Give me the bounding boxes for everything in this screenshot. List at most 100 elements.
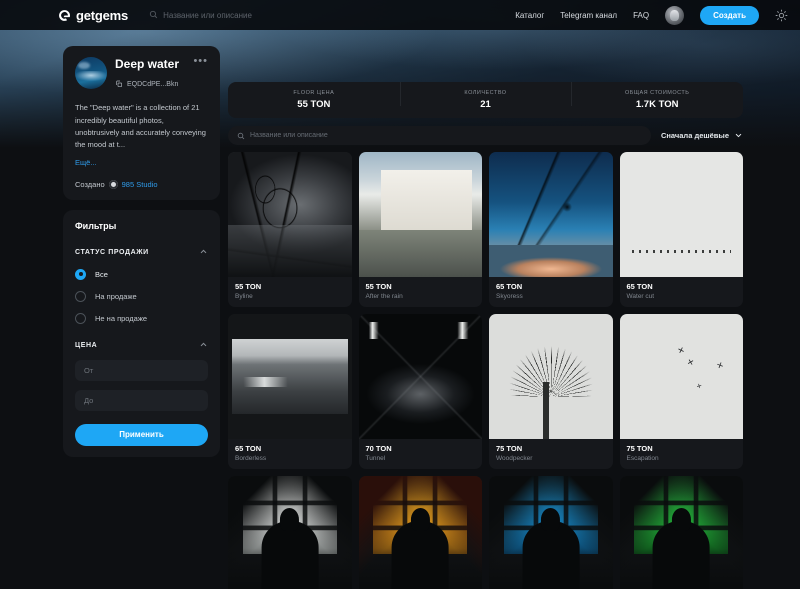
more-options-icon[interactable]: •••	[193, 56, 208, 67]
filter-section-price-title: ЦЕНА	[75, 341, 98, 349]
site-header: getgems Название или описание Каталог Te…	[0, 0, 800, 30]
nft-price: 55 TON	[365, 282, 392, 291]
nft-image	[358, 314, 482, 439]
main-nav: Каталог Telegram канал FAQ Создать	[515, 5, 788, 25]
chevron-up-icon	[199, 340, 208, 351]
nft-card[interactable]: 65 TON Skyoress	[489, 152, 613, 307]
create-button[interactable]: Создать	[700, 5, 759, 25]
logo-text: getgems	[76, 7, 129, 23]
chevron-down-icon	[734, 127, 743, 145]
filters-title: Фильтры	[75, 220, 117, 231]
bird-glyph: ✕	[715, 359, 726, 371]
nav-item-catalog[interactable]: Каталог	[515, 11, 544, 20]
stat-floor-price: FLOOR ЦЕНА 55 TON	[228, 90, 400, 110]
filter-section-status-title: СТАТУС ПРОДАЖИ	[75, 248, 149, 256]
content-toolbar: Название или описание Сначала дешёвые	[228, 126, 743, 145]
stat-label: ОБЩАЯ СТОИМОСТЬ	[624, 90, 690, 96]
price-to-input[interactable]	[75, 389, 208, 411]
radio-icon	[75, 312, 86, 324]
collection-avatar	[75, 57, 107, 89]
nft-card[interactable]: ✕ ✕ ✕ ✕ 75 TON Escapation	[619, 314, 743, 469]
collection-stats: FLOOR ЦЕНА 55 TON КОЛИЧЕСТВО 21 ОБЩАЯ СТ…	[228, 82, 743, 118]
nft-card[interactable]: 65 TON Borderless	[228, 314, 352, 469]
user-avatar[interactable]	[665, 5, 685, 25]
nft-image	[228, 152, 352, 277]
nft-image: ✕ ✕ ✕ ✕	[619, 314, 743, 439]
header-search[interactable]: Название или описание	[149, 6, 252, 24]
nft-card[interactable]	[619, 476, 743, 589]
collection-description: The "Deep water" is a collection of 21 i…	[75, 103, 206, 150]
nft-image	[358, 152, 482, 277]
nft-name: Skyoress	[496, 293, 523, 300]
nft-name: Escapation	[626, 455, 659, 462]
theme-toggle-sun-icon[interactable]	[775, 9, 788, 22]
nft-image	[619, 476, 743, 589]
collection-card: Deep water EQDCdPE...Bkn ••• The "Deep w…	[63, 46, 220, 200]
collection-title: Deep water	[115, 57, 180, 71]
logo[interactable]: getgems	[58, 8, 128, 23]
radio-status-on-sale[interactable]: На продаже	[75, 290, 208, 302]
radio-label: Не на продаже	[95, 313, 148, 323]
nft-card[interactable]	[489, 476, 613, 589]
search-icon	[237, 127, 245, 145]
radio-status-not-on-sale[interactable]: Не на продаже	[75, 312, 208, 324]
search-icon	[149, 6, 158, 24]
nft-card[interactable]: 65 TON Water cut	[619, 152, 743, 307]
nft-name: Tunnel	[365, 455, 386, 462]
radio-label: На продаже	[95, 291, 137, 301]
stat-count: КОЛИЧЕСТВО 21	[399, 82, 572, 110]
nft-card[interactable]: 75 TON Woodpecker	[489, 314, 613, 469]
nft-grid: 55 TON Byline 55 TON After the rain 65 T…	[228, 152, 743, 589]
nft-card[interactable]: 70 TON Tunnel	[358, 314, 482, 469]
description-more-link[interactable]: Ещё...	[75, 158, 97, 167]
nft-price: 75 TON	[496, 444, 523, 453]
nft-card[interactable]	[228, 476, 352, 589]
nft-image	[489, 152, 613, 277]
nft-card[interactable]: 55 TON After the rain	[358, 152, 482, 307]
copy-icon	[115, 75, 123, 93]
bird-glyph: ✕	[694, 383, 703, 391]
sort-dropdown[interactable]: Сначала дешёвые	[661, 127, 743, 145]
creator-link[interactable]: 985 Studio	[122, 180, 158, 189]
nft-name: Water cut	[626, 293, 655, 300]
collection-address-text: EQDCdPE...Bkn	[127, 80, 179, 88]
created-label: Создано	[75, 179, 105, 189]
stat-value: 21	[480, 99, 491, 110]
chevron-up-icon	[199, 247, 208, 258]
filter-section-price[interactable]: ЦЕНА	[75, 340, 208, 351]
nft-price: 65 TON	[626, 282, 653, 291]
filters-panel: Фильтры СТАТУС ПРОДАЖИ Все На продаже Не…	[63, 209, 220, 457]
stat-total-volume: ОБЩАЯ СТОИМОСТЬ 1.7K TON	[571, 82, 743, 110]
app-root: getgems Название или описание Каталог Te…	[0, 0, 800, 589]
nft-card[interactable]: 55 TON Byline	[228, 152, 352, 307]
stat-label: КОЛИЧЕСТВО	[464, 90, 507, 96]
header-search-placeholder: Название или описание	[163, 10, 252, 20]
nft-image	[619, 152, 743, 277]
main-content: FLOOR ЦЕНА 55 TON КОЛИЧЕСТВО 21 ОБЩАЯ СТ…	[228, 82, 743, 589]
getgems-logo-icon	[58, 9, 71, 22]
radio-icon	[75, 290, 86, 302]
stat-value: 55 TON	[297, 99, 331, 110]
nft-price: 55 TON	[235, 282, 262, 291]
filter-section-status[interactable]: СТАТУС ПРОДАЖИ	[75, 247, 208, 258]
nft-image	[358, 476, 482, 589]
price-from-input[interactable]	[75, 359, 208, 381]
nav-item-telegram[interactable]: Telegram канал	[560, 11, 617, 20]
apply-filters-button[interactable]: Применить	[75, 423, 208, 446]
nft-card[interactable]	[358, 476, 482, 589]
radio-icon	[75, 268, 86, 280]
collection-address[interactable]: EQDCdPE...Bkn	[115, 75, 185, 93]
items-search-input[interactable]: Название или описание	[228, 126, 651, 145]
sidebar: Deep water EQDCdPE...Bkn ••• The "Deep w…	[63, 46, 220, 457]
stat-label: FLOOR ЦЕНА	[293, 90, 335, 96]
nft-name: After the rain	[365, 293, 403, 300]
nft-image	[228, 476, 352, 589]
nft-image	[489, 314, 613, 439]
radio-label: Все	[95, 269, 108, 279]
nft-price: 70 TON	[365, 444, 392, 453]
collection-header: Deep water EQDCdPE...Bkn •••	[75, 56, 208, 93]
nft-image	[228, 314, 352, 439]
radio-status-all[interactable]: Все	[75, 268, 208, 280]
nft-image	[489, 476, 613, 589]
nav-item-faq[interactable]: FAQ	[633, 11, 649, 20]
